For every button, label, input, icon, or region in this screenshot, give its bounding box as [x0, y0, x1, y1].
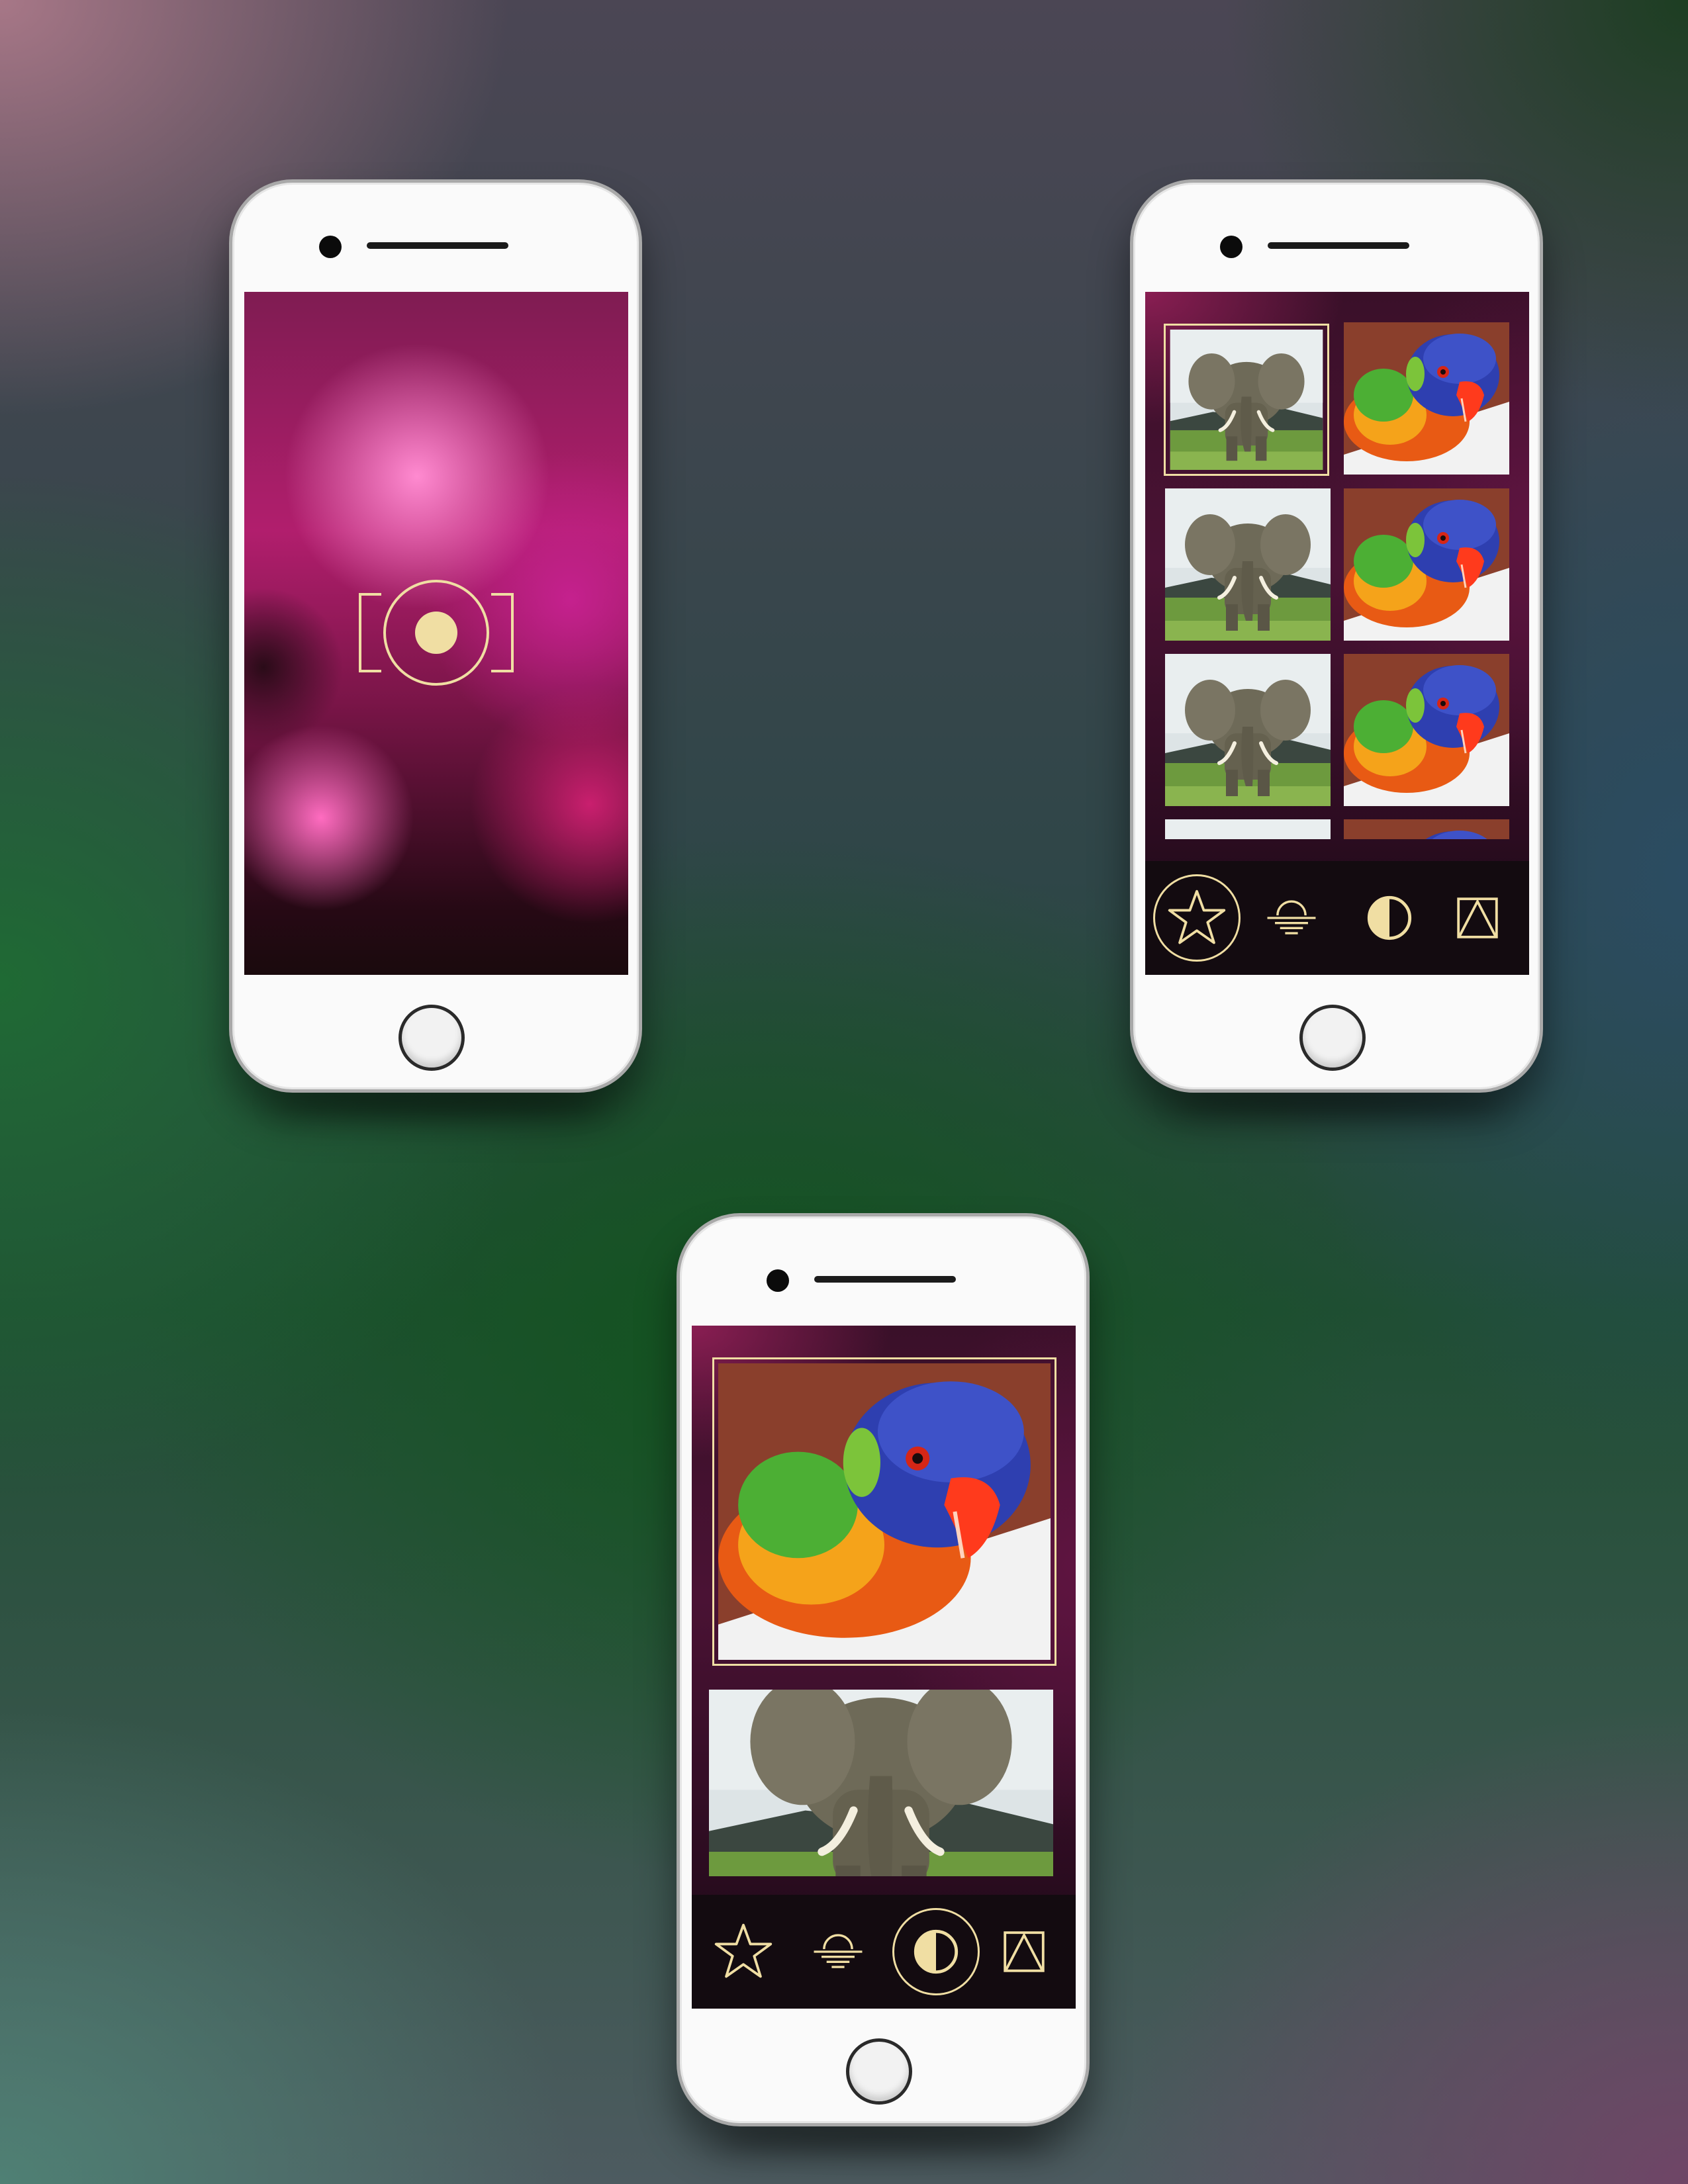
- camera-screen: [244, 292, 628, 975]
- earpiece-speaker: [814, 1276, 956, 1283]
- home-button[interactable]: [399, 1005, 465, 1071]
- mountain-triangle-icon[interactable]: [980, 1908, 1068, 1995]
- edit-toolbar: [1145, 861, 1529, 975]
- earpiece-speaker: [1268, 242, 1409, 249]
- mountain-triangle-icon[interactable]: [1434, 874, 1521, 962]
- horizon-icon[interactable]: [1248, 874, 1335, 962]
- horizon-icon[interactable]: [794, 1908, 882, 1995]
- front-camera: [319, 236, 342, 258]
- gallery-screen: [1145, 292, 1529, 975]
- edit-toolbar: [692, 1895, 1076, 2009]
- star-icon[interactable]: [1153, 874, 1241, 962]
- phone-detail: [677, 1213, 1090, 2126]
- thumbnail-parrot-3[interactable]: [1344, 654, 1509, 806]
- thumbnail-elephant-3[interactable]: [1165, 654, 1331, 806]
- phone-camera: [229, 179, 642, 1093]
- thumbnail-elephant-2[interactable]: [1165, 488, 1331, 641]
- front-camera: [767, 1269, 789, 1292]
- front-camera: [1220, 236, 1243, 258]
- home-button[interactable]: [846, 2038, 912, 2105]
- home-button[interactable]: [1299, 1005, 1366, 1071]
- phone-gallery: [1130, 179, 1543, 1093]
- contrast-icon[interactable]: [1346, 874, 1433, 962]
- thumbnail-elephant-1[interactable]: [1164, 324, 1329, 476]
- thumbnail-elephant-4[interactable]: [1165, 819, 1331, 839]
- detail-screen: [692, 1326, 1076, 2009]
- camera-icon[interactable]: [355, 580, 518, 686]
- photo-elephant[interactable]: [709, 1690, 1053, 1876]
- earpiece-speaker: [367, 242, 508, 249]
- thumbnail-parrot-2[interactable]: [1344, 488, 1509, 641]
- contrast-icon[interactable]: [892, 1908, 980, 1995]
- star-icon[interactable]: [700, 1908, 787, 1995]
- photo-parrot[interactable]: [712, 1357, 1056, 1666]
- thumbnail-parrot-1[interactable]: [1344, 322, 1509, 475]
- thumbnail-parrot-4[interactable]: [1344, 819, 1509, 839]
